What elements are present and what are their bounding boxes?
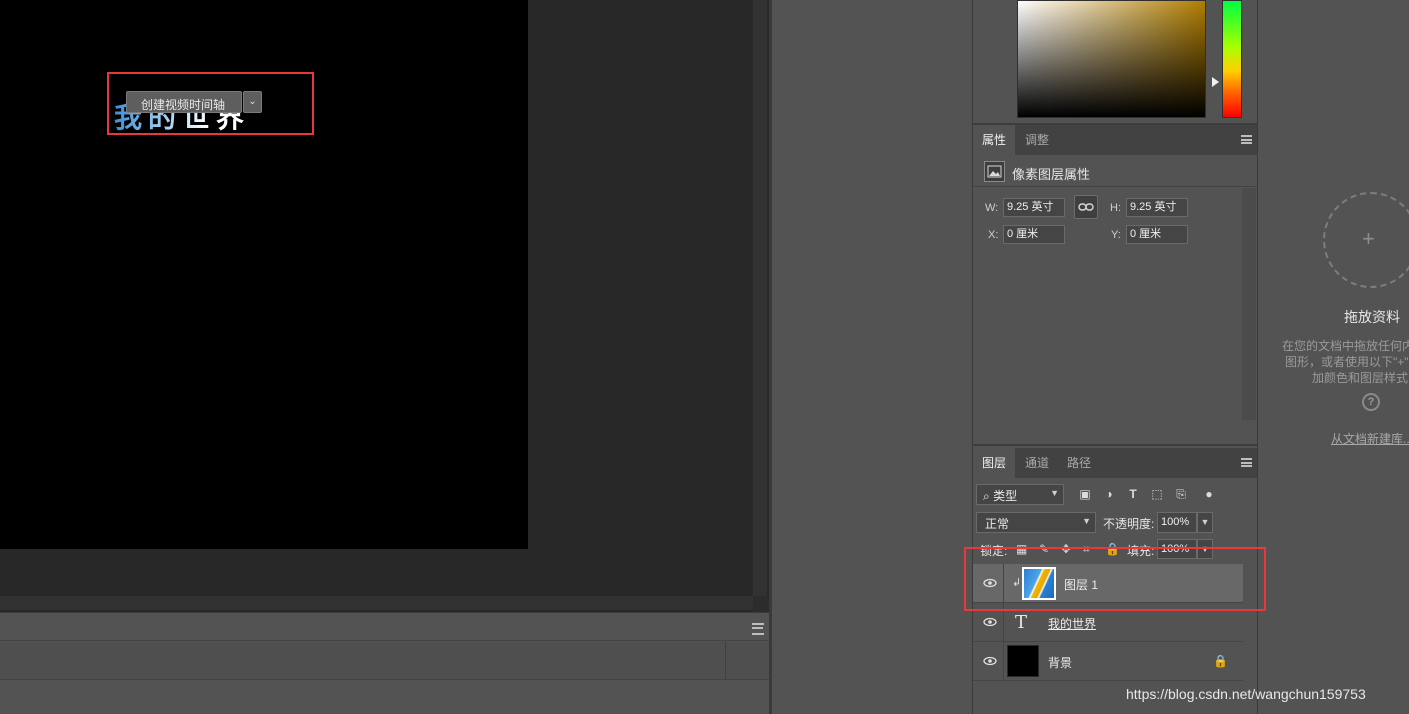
layer-filter-value: 类型 [993,489,1018,503]
layers-menu-icon[interactable] [1241,458,1252,467]
layer-thumbnail[interactable] [1007,645,1039,677]
tab-paths[interactable]: 路径 [1058,448,1100,478]
new-library-link[interactable]: 从文档新建库... [1331,430,1409,447]
timeline-menu-icon[interactable] [752,623,764,635]
x-label: X: [988,229,999,241]
library-title: 拖放资料 [1344,309,1400,325]
highlight-box-layer [964,547,1266,611]
tab-layers[interactable]: 图层 [973,448,1016,478]
library-desc: 在您的文档中拖放任何内 [1282,339,1409,353]
create-video-timeline-button[interactable]: 创建视频时间轴 [126,91,242,113]
width-label: W: [985,202,999,214]
color-picker-field[interactable] [1017,0,1206,118]
search-icon: ⌕ [983,489,990,503]
width-field[interactable]: 9.25 英寸 [1003,198,1065,217]
help-icon[interactable]: ? [1362,393,1380,411]
layer-name[interactable]: 我的世界 [1048,615,1096,632]
timeline-track-row [0,642,769,680]
tab-channels[interactable]: 通道 [1016,448,1058,478]
watermark: https://blog.csdn.net/wangchun159753 [1126,686,1366,702]
scrollbar-corner [753,596,769,612]
x-field[interactable]: 0 厘米 [1003,225,1065,244]
filter-pixel-icon[interactable]: ▣ [1077,486,1093,502]
filter-type-icon[interactable]: T [1125,486,1141,502]
text-layer-icon: T [1015,612,1028,633]
opacity-dropdown[interactable]: ▼ [1197,512,1213,533]
properties-menu-icon[interactable] [1241,135,1252,144]
filter-smart-object-icon[interactable]: ⎘ [1173,486,1189,502]
height-label: H: [1110,202,1121,214]
blend-mode-value: 正常 [985,517,1010,531]
link-icon [1078,203,1094,211]
horizontal-scrollbar[interactable] [0,596,753,610]
panel-separator [973,444,1257,446]
lock-icon: 🔒 [1213,654,1228,668]
y-field[interactable]: 0 厘米 [1126,225,1188,244]
tab-adjustments[interactable]: 调整 [1016,125,1058,155]
hue-slider[interactable] [1222,0,1242,118]
eye-icon[interactable] [983,654,997,668]
link-dimensions-button[interactable] [1074,195,1098,219]
hue-slider-handle[interactable] [1212,77,1219,87]
blend-mode-select[interactable]: 正常 ▼ [976,512,1096,533]
filter-toggle-icon[interactable]: ● [1201,486,1217,502]
eye-icon[interactable] [983,615,997,629]
properties-tabbar: 属性 调整 [973,125,1257,155]
timeline-dropdown-button[interactable]: ⌄ [243,91,262,113]
opacity-field[interactable]: 100% [1157,512,1197,533]
height-field[interactable]: 9.25 英寸 [1126,198,1188,217]
opacity-label: 不透明度: [1103,517,1155,531]
library-desc: 加颜色和图层样式 [1312,371,1409,385]
filter-shape-icon[interactable]: ⬚ [1149,486,1165,502]
filter-adjustment-icon[interactable]: ◑ [1101,486,1117,502]
properties-scrollbar[interactable] [1242,188,1256,420]
y-label: Y: [1111,229,1121,241]
timeline-divider [725,642,726,680]
vertical-scrollbar[interactable] [753,0,767,596]
layer-name[interactable]: 背景 [1048,654,1072,671]
chevron-down-icon: ▼ [1050,488,1059,498]
panel-gutter [769,0,772,714]
tab-properties[interactable]: 属性 [973,125,1016,155]
pixel-layer-icon [984,161,1005,182]
chevron-down-icon: ▼ [1082,516,1091,526]
timeline-header [0,613,769,641]
layers-tabbar: 图层 通道 路径 [973,448,1257,478]
layer-row[interactable]: 背景 🔒 [973,642,1243,681]
library-desc: 图形，或者使用以下"+" [1285,355,1409,369]
timeline-panel [0,612,769,714]
properties-title: 像素图层属性 [1012,167,1091,182]
plus-icon[interactable]: + [1362,226,1375,252]
layer-filter-select[interactable]: ⌕ 类型 ▼ [976,484,1064,505]
